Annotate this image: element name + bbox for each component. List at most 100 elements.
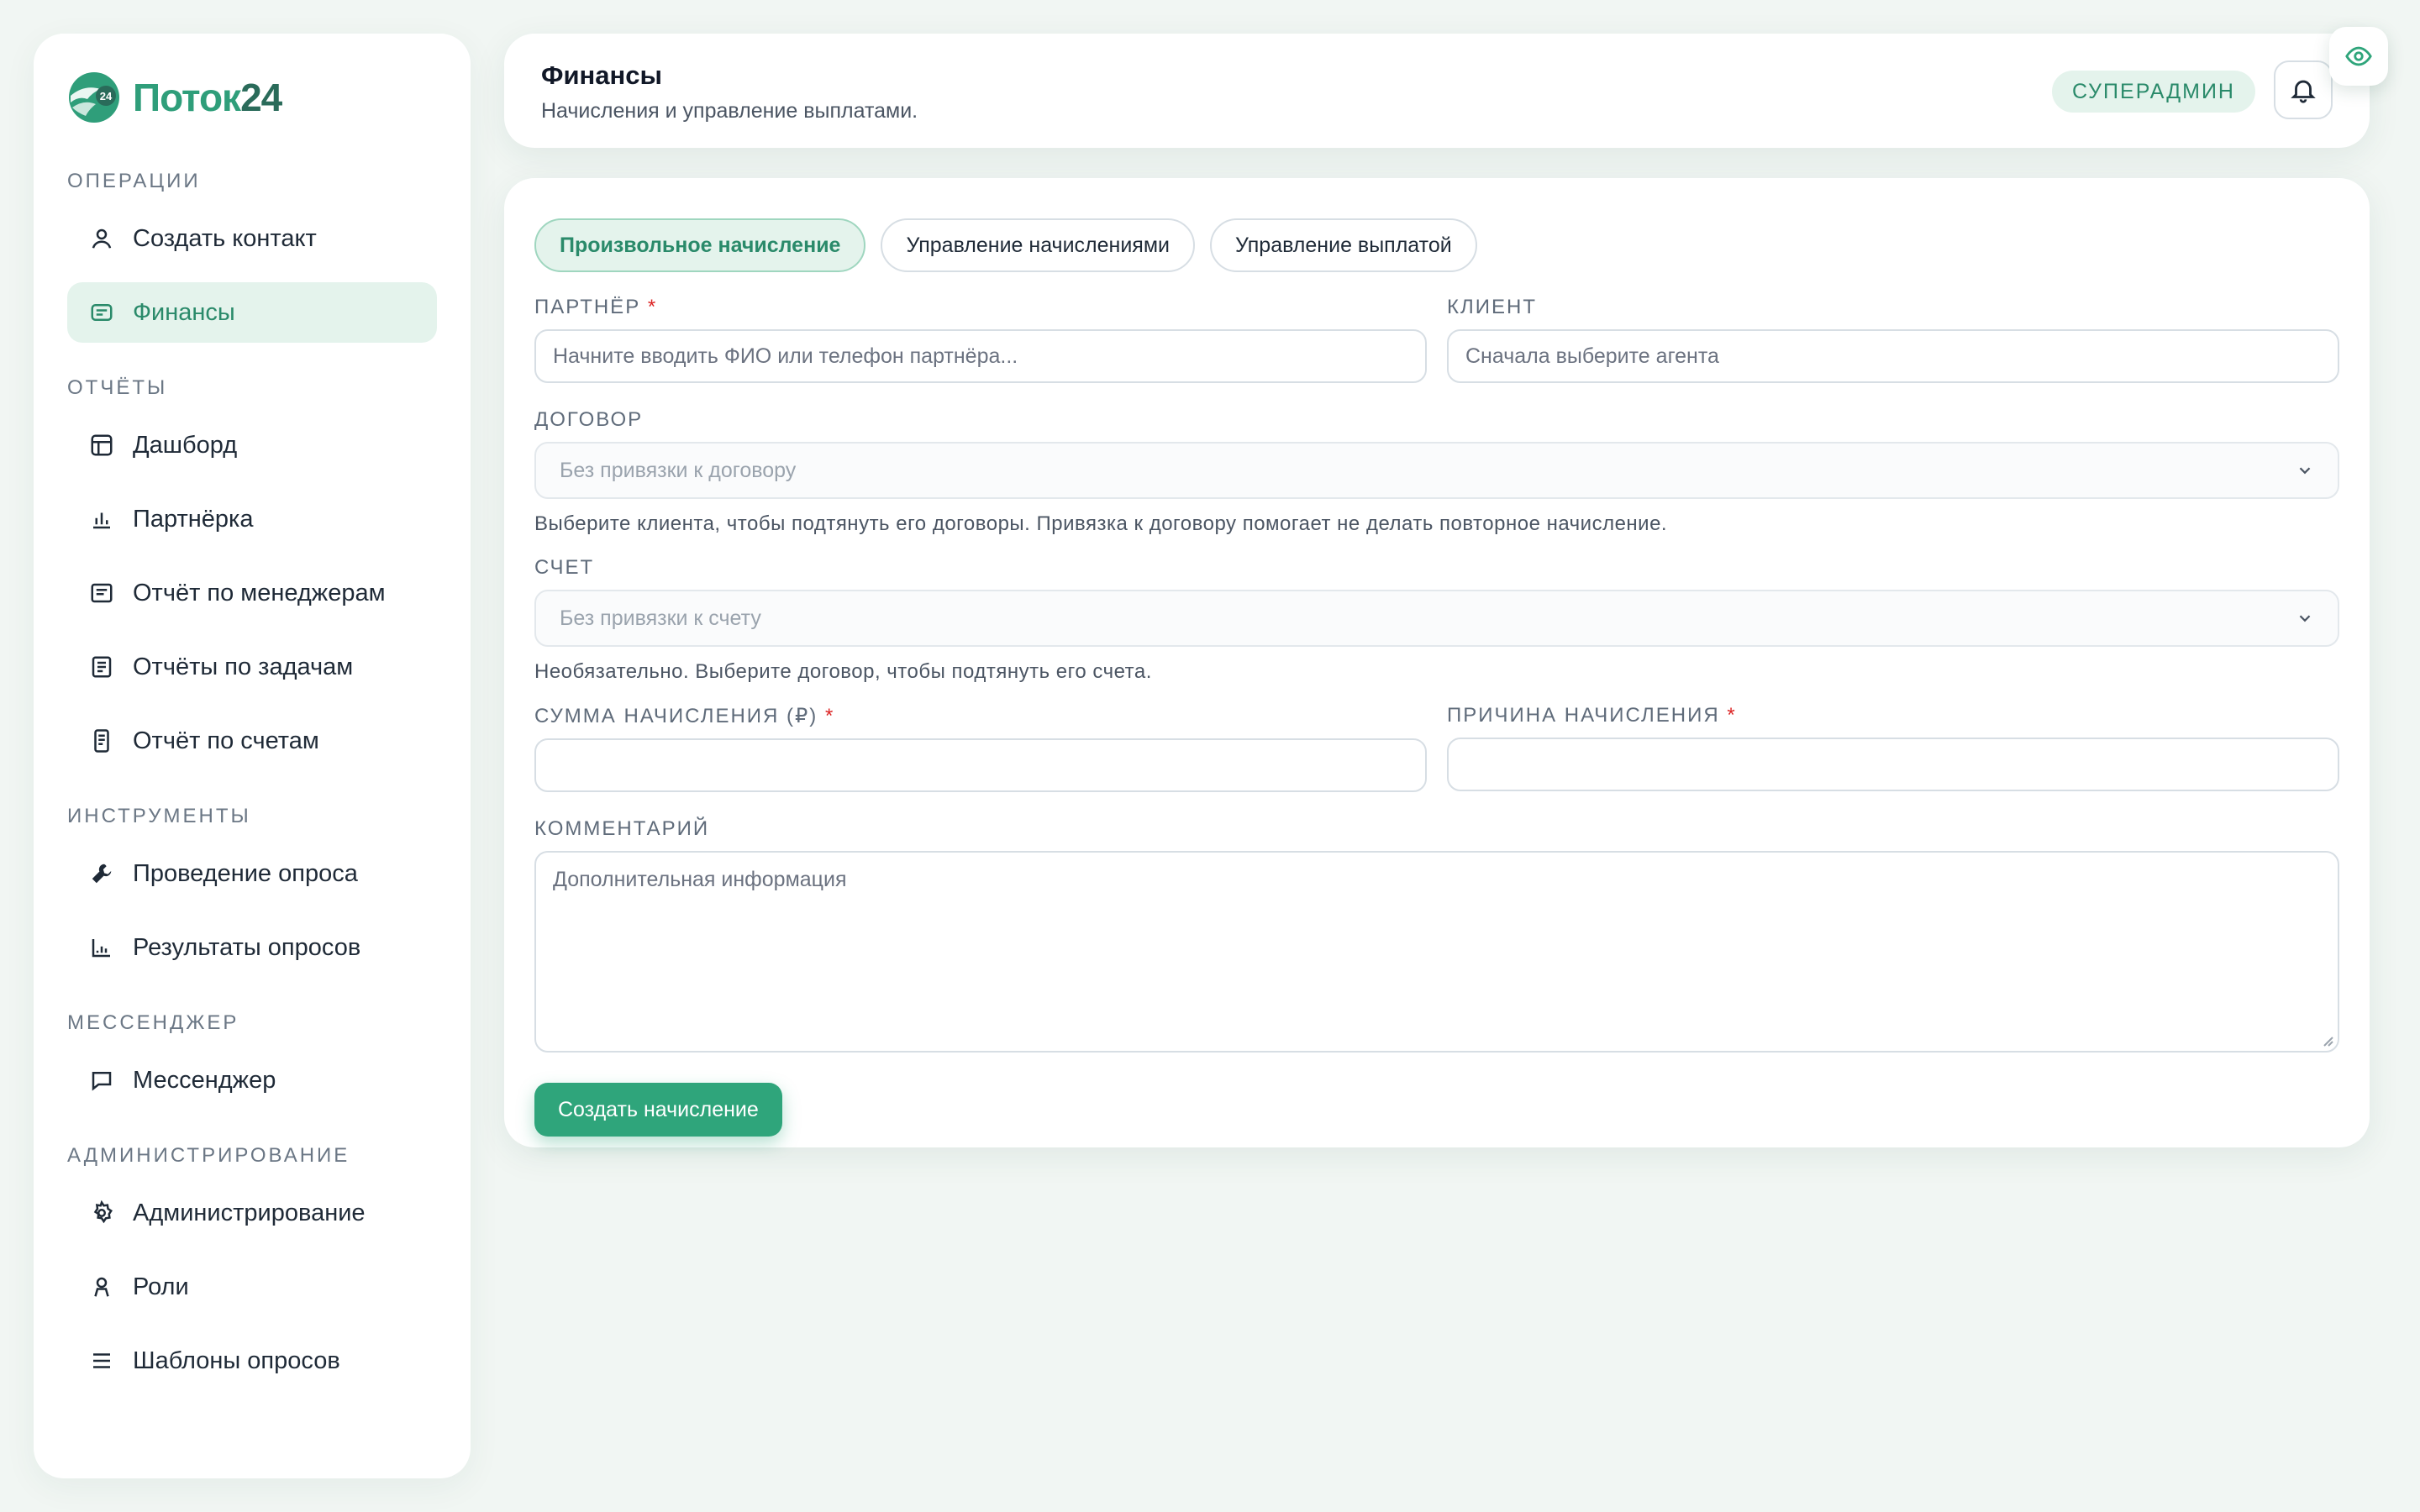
required-mark: * bbox=[647, 296, 658, 318]
sidebar: 24 Поток24 Операции Создать контакт Фина… bbox=[34, 34, 471, 1478]
brand-name: Поток bbox=[133, 76, 241, 119]
sidebar-item-label: Проведение опроса bbox=[133, 859, 358, 887]
nav-group-tools: Инструменты Проведение опроса Результаты… bbox=[67, 805, 437, 978]
sidebar-item-messenger[interactable]: Мессенджер bbox=[67, 1050, 437, 1110]
sidebar-item-label: Создать контакт bbox=[133, 224, 317, 252]
list-icon bbox=[89, 1348, 114, 1373]
finance-tabs: Произвольное начисление Управление начис… bbox=[534, 218, 2339, 272]
sidebar-item-label: Финансы bbox=[133, 298, 235, 326]
logo-mark-icon: 24 bbox=[69, 72, 119, 123]
account-label: Счет bbox=[534, 556, 595, 579]
amount-label-text: Сумма начисления (₽) bbox=[534, 705, 818, 727]
sidebar-item-label: Шаблоны опросов bbox=[133, 1347, 340, 1374]
comment-label: Комментарий bbox=[534, 817, 710, 840]
chat-icon bbox=[89, 1068, 114, 1093]
sidebar-item-label: Отчёт по счетам bbox=[133, 727, 319, 754]
contract-select-value: Без привязки к договору bbox=[560, 458, 797, 482]
sidebar-item-dashboard[interactable]: Дашборд bbox=[67, 415, 437, 475]
sidebar-item-label: Роли bbox=[133, 1273, 189, 1300]
nav-group-operations: Операции Создать контакт Финансы bbox=[67, 170, 437, 343]
resize-grip-icon[interactable] bbox=[2319, 1032, 2334, 1047]
nav-group-messenger: Мессенджер Мессенджер bbox=[67, 1011, 437, 1110]
contract-select[interactable]: Без привязки к договору bbox=[534, 442, 2339, 499]
reason-label: Причина начисления * bbox=[1447, 704, 2339, 727]
partner-field-group: Партнёр * Начните вводить ФИО или телефо… bbox=[534, 296, 1427, 383]
client-input[interactable]: Сначала выберите агента bbox=[1447, 329, 2339, 383]
section-title-reports: Отчёты bbox=[67, 376, 168, 399]
account-select[interactable]: Без привязки к счету bbox=[534, 590, 2339, 647]
partner-label: Партнёр * bbox=[534, 296, 1427, 319]
account-field-group: Счет Без привязки к счету Необязательно.… bbox=[534, 556, 2339, 684]
sidebar-item-survey-templates[interactable]: Шаблоны опросов bbox=[67, 1331, 437, 1391]
amount-field-group: Сумма начисления (₽) * bbox=[534, 704, 1427, 792]
report-icon bbox=[89, 580, 114, 606]
receipt-icon bbox=[89, 728, 114, 753]
section-title-messenger: Мессенджер bbox=[67, 1011, 239, 1034]
account-select-value: Без привязки к счету bbox=[560, 606, 761, 630]
sidebar-item-tasks-report[interactable]: Отчёты по задачам bbox=[67, 637, 437, 697]
sidebar-item-administration[interactable]: Администрирование bbox=[67, 1183, 437, 1243]
bar-chart-icon bbox=[89, 507, 114, 532]
amount-input[interactable] bbox=[534, 738, 1427, 792]
reason-label-text: Причина начисления bbox=[1447, 704, 1720, 727]
sidebar-item-label: Партнёрка bbox=[133, 505, 254, 533]
sidebar-item-label: Отчёты по задачам bbox=[133, 653, 354, 680]
required-mark: * bbox=[1727, 704, 1737, 727]
contract-hint: Выберите клиента, чтобы подтянуть его до… bbox=[534, 512, 1668, 535]
sidebar-item-label: Администрирование bbox=[133, 1199, 366, 1226]
reason-input[interactable] bbox=[1447, 738, 2339, 791]
logo-text: Поток24 bbox=[133, 75, 282, 120]
chevron-down-icon bbox=[2299, 467, 2311, 475]
user-icon bbox=[89, 226, 114, 251]
sidebar-item-label: Отчёт по менеджерам bbox=[133, 579, 386, 606]
sidebar-item-survey-results[interactable]: Результаты опросов bbox=[67, 917, 437, 978]
tab-custom-accrual[interactable]: Произвольное начисление bbox=[534, 218, 866, 272]
page-header: Финансы Начисления и управление выплатам… bbox=[504, 34, 2370, 148]
wallet-icon bbox=[89, 300, 114, 325]
tab-manage-payout[interactable]: Управление выплатой bbox=[1210, 218, 1477, 272]
sidebar-item-create-contact[interactable]: Создать контакт bbox=[67, 208, 437, 269]
sidebar-item-label: Мессенджер bbox=[133, 1066, 276, 1094]
sidebar-item-finance[interactable]: Финансы bbox=[67, 282, 437, 343]
brand-number: 24 bbox=[240, 76, 282, 119]
tab-manage-accruals[interactable]: Управление начислениями bbox=[881, 218, 1195, 272]
client-label: Клиент bbox=[1447, 296, 1537, 318]
comment-field-group: Комментарий Дополнительная информация bbox=[534, 817, 2339, 1053]
contract-field-group: Договор Без привязки к договору Выберите… bbox=[534, 408, 2339, 536]
visibility-toggle-button[interactable] bbox=[2329, 27, 2388, 86]
section-title-tools: Инструменты bbox=[67, 805, 251, 827]
client-field-group: Клиент Сначала выберите агента bbox=[1447, 296, 2339, 383]
sidebar-item-label: Результаты опросов bbox=[133, 933, 361, 961]
accrual-form-card: Произвольное начисление Управление начис… bbox=[504, 178, 2370, 1147]
logo-mark-text: 24 bbox=[100, 90, 113, 102]
sidebar-item-managers-report[interactable]: Отчёт по менеджерам bbox=[67, 563, 437, 623]
sidebar-item-conduct-survey[interactable]: Проведение опроса bbox=[67, 843, 437, 904]
comment-textarea[interactable]: Дополнительная информация bbox=[534, 851, 2339, 1053]
eye-icon bbox=[2345, 46, 2372, 66]
chevron-down-icon bbox=[2299, 615, 2311, 622]
app: 24 Поток24 Операции Создать контакт Фина… bbox=[0, 0, 2420, 1512]
amount-label: Сумма начисления (₽) * bbox=[534, 704, 1427, 728]
comment-placeholder: Дополнительная информация bbox=[553, 868, 847, 891]
bell-icon bbox=[2291, 80, 2316, 103]
create-accrual-button[interactable]: Создать начисление bbox=[534, 1083, 782, 1137]
sidebar-item-partners[interactable]: Партнёрка bbox=[67, 489, 437, 549]
notifications-button[interactable] bbox=[2274, 60, 2333, 119]
account-hint: Необязательно. Выберите договор, чтобы п… bbox=[534, 660, 1152, 683]
nav-group-administration: Администрирование Администрирование Роли… bbox=[67, 1144, 437, 1391]
reason-field-group: Причина начисления * bbox=[1447, 704, 2339, 792]
gear-icon bbox=[89, 1200, 114, 1226]
partner-client-row: Партнёр * Начните вводить ФИО или телефо… bbox=[534, 296, 2339, 383]
amount-reason-row: Сумма начисления (₽) * Причина начислени… bbox=[534, 704, 2339, 792]
logo[interactable]: 24 Поток24 bbox=[67, 67, 437, 128]
role-badge: СУПЕРАДМИН bbox=[2051, 71, 2255, 113]
section-title-administration: Администрирование bbox=[67, 1144, 350, 1167]
sidebar-item-accounts-report[interactable]: Отчёт по счетам bbox=[67, 711, 437, 771]
nav-group-reports: Отчёты Дашборд Партнёрка Отчёт по менедж… bbox=[67, 376, 437, 771]
partner-label-text: Партнёр bbox=[534, 296, 641, 318]
sidebar-item-label: Дашборд bbox=[133, 431, 238, 459]
task-report-icon bbox=[89, 654, 114, 680]
role-icon bbox=[89, 1274, 114, 1299]
sidebar-item-roles[interactable]: Роли bbox=[67, 1257, 437, 1317]
partner-input[interactable]: Начните вводить ФИО или телефон партнёра… bbox=[534, 329, 1427, 383]
